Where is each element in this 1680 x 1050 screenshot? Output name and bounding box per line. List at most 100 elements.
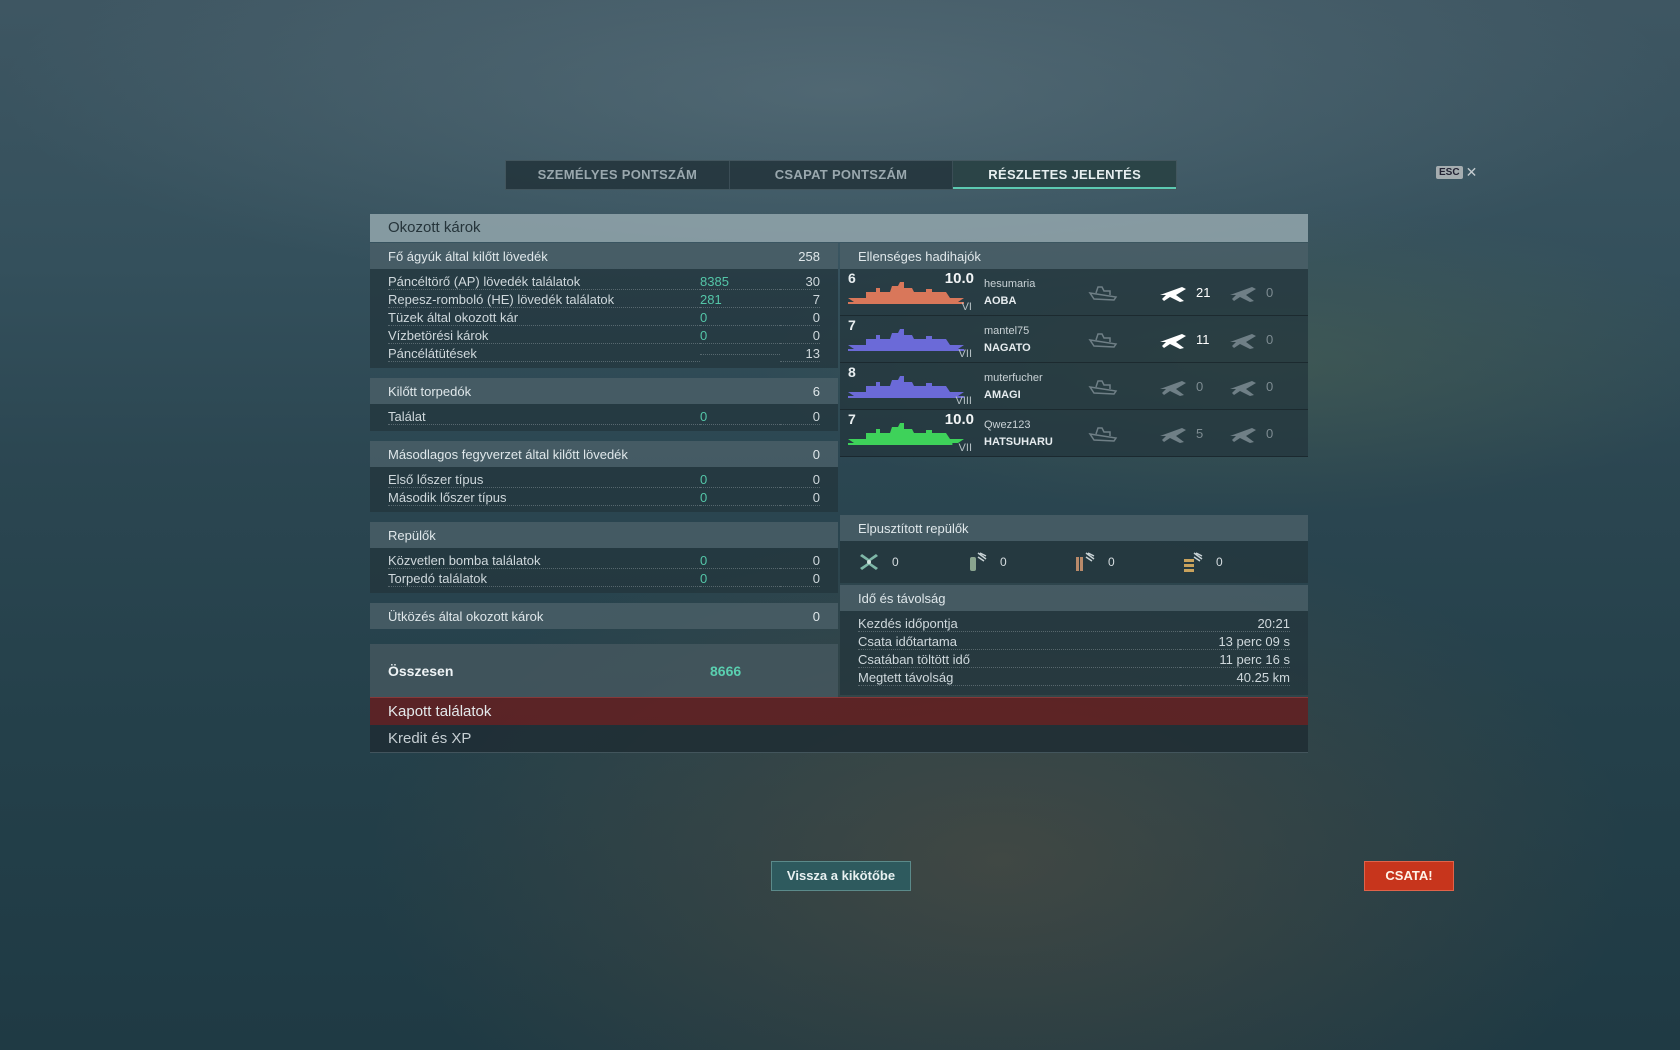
- main-guns-label: Fő ágyúk által kilőtt lövedék: [388, 248, 548, 264]
- enemy-ship-row: 7 10.0 VII Qwez123 HATSUHARU 5 0: [840, 410, 1308, 457]
- ship-silhouette: 7 10.0 VII: [846, 411, 974, 455]
- stat-row: Második lőszer típus 0 0: [370, 489, 838, 507]
- credits-xp-title: Kredit és XP: [388, 730, 472, 747]
- main-guns-header: Fő ágyúk által kilőtt lövedék 258: [370, 243, 838, 269]
- credits-xp-section[interactable]: Kredit és XP: [370, 725, 1308, 753]
- destroyed-scouts: 0: [1182, 551, 1290, 573]
- stat-label: Találat: [388, 409, 700, 425]
- ramming-label: Ütközés által okozott károk: [388, 608, 544, 624]
- plane-kill-cell: 5: [1158, 422, 1228, 444]
- planes-block: Közvetlen bomba találatok 0 0 Torpedó talá…: [370, 548, 838, 593]
- plane-assist-cell: 0: [1228, 422, 1298, 444]
- plane-kill-icon: [1160, 334, 1186, 349]
- enemy-player-name: mantel75: [984, 324, 1030, 337]
- enemy-player-name: muterfucher: [984, 371, 1043, 384]
- ship-silhouette: 7 VII: [846, 317, 974, 361]
- stat-row: Tüzek által okozott kár 0 0: [370, 309, 838, 327]
- enemy-ships-title: Ellenséges hadihajók: [858, 248, 981, 264]
- stat-row: Első lőszer típus 0 0: [370, 471, 838, 489]
- plane-kill-icon: [1160, 381, 1186, 396]
- destroyed-fighters: 0: [858, 553, 966, 571]
- secondary-value: 0: [812, 446, 820, 462]
- damage-dealt-title: Okozott károk: [388, 219, 481, 236]
- stat-label: Első lőszer típus: [388, 472, 700, 488]
- stat-row: Repesz-romboló (HE) lövedék találatok 281…: [370, 291, 838, 309]
- ship-sunk-cell: [1088, 422, 1158, 444]
- tab-detailed-report[interactable]: RÉSZLETES JELENTÉS: [953, 161, 1177, 189]
- ship-hull-icon: [848, 329, 964, 351]
- total-label: Összesen: [388, 663, 454, 679]
- enemy-ship-name: AMAGI: [984, 388, 1021, 401]
- ship-sunk-icon: [1088, 427, 1118, 442]
- enemy-player-name: Qwez123: [984, 418, 1031, 431]
- damage-dealt-header[interactable]: Okozott károk: [370, 214, 1308, 242]
- stat-label: Közvetlen bomba találatok: [388, 553, 700, 569]
- stat-value: 0: [780, 490, 820, 506]
- plane-assist-value: 0: [1266, 378, 1274, 394]
- received-hits-section[interactable]: Kapott találatok: [370, 697, 1308, 725]
- stat-row: Páncélátütések 13: [370, 345, 838, 363]
- total-damage: 8666: [710, 663, 742, 679]
- plane-kill-icon: [1160, 428, 1186, 443]
- ship-names: muterfucher AMAGI: [974, 372, 1088, 401]
- time-row: Csata időtartama 13 perc 09 s: [840, 633, 1308, 651]
- stat-value: 0: [780, 328, 820, 344]
- ship-tier-number: 8: [848, 364, 856, 380]
- tab-team-score[interactable]: CSAPAT PONTSZÁM: [730, 161, 954, 189]
- stat-label: Páncélátütések: [388, 346, 700, 362]
- plane-assist-value: 0: [1266, 284, 1274, 300]
- enemy-ship-row: 6 10.0 VI hesumaria AOBA 21 0: [840, 269, 1308, 316]
- bomber-icon: [970, 552, 987, 571]
- stat-label: Tüzek által okozott kár: [388, 310, 700, 326]
- ship-names: Qwez123 HATSUHARU: [974, 419, 1088, 448]
- stat-damage: 0: [700, 310, 780, 326]
- plane-assist-icon: [1230, 428, 1256, 443]
- ship-damage-percent: 10.0: [944, 270, 974, 287]
- ship-tier-roman: VI: [961, 301, 972, 313]
- plane-kill-cell: 21: [1158, 281, 1228, 303]
- stat-row: Torpedó találatok 0 0: [370, 570, 838, 588]
- ship-names: hesumaria AOBA: [974, 278, 1088, 307]
- time-value: 20:21: [1180, 616, 1290, 632]
- plane-kill-cell: 11: [1158, 328, 1228, 350]
- ship-sunk-cell: [1088, 328, 1158, 350]
- time-distance-header: Idő és távolság: [840, 585, 1308, 611]
- stat-damage: 0: [700, 571, 780, 587]
- close-button[interactable]: ESC ✕: [1436, 165, 1477, 179]
- stat-damage: 0: [700, 553, 780, 569]
- report-tabs: SZEMÉLYES PONTSZÁM CSAPAT PONTSZÁM RÉSZL…: [505, 160, 1177, 190]
- plane-assist-cell: 0: [1228, 281, 1298, 303]
- ship-tier-number: 6: [848, 270, 856, 286]
- stat-label: Páncéltörő (AP) lövedék találatok: [388, 274, 700, 290]
- enemy-ship-row: 7 VII mantel75 NAGATO 11 0: [840, 316, 1308, 363]
- plane-assist-cell: 0: [1228, 328, 1298, 350]
- stat-value: 0: [780, 472, 820, 488]
- enemy-ship-name: NAGATO: [984, 341, 1031, 354]
- ship-sunk-cell: [1088, 375, 1158, 397]
- plane-kill-value: 5: [1196, 425, 1204, 441]
- stat-label: Második lőszer típus: [388, 490, 700, 506]
- stat-row: Vízbetörési károk 0 0: [370, 327, 838, 345]
- enemy-ship-name: AOBA: [984, 294, 1017, 307]
- plane-kill-value: 0: [1196, 378, 1204, 394]
- destroyed-planes-row: 0 0 0 0: [840, 541, 1308, 583]
- stat-row: Közvetlen bomba találatok 0 0: [370, 552, 838, 570]
- planes-label: Repülők: [388, 527, 436, 543]
- stat-value: 7: [780, 292, 820, 308]
- destroyed-torpedo-bombers-value: 0: [1108, 555, 1115, 569]
- ship-sunk-icon: [1088, 286, 1118, 301]
- ship-hull-icon: [848, 376, 964, 398]
- stat-damage: 0: [700, 409, 780, 425]
- scout-plane-icon: [1184, 552, 1203, 572]
- back-to-port-button[interactable]: Vissza a kikötőbe: [771, 861, 911, 891]
- time-label: Csata időtartama: [858, 634, 1180, 650]
- total-row: Összesen 8666: [370, 644, 838, 698]
- tab-personal-score[interactable]: SZEMÉLYES PONTSZÁM: [506, 161, 730, 189]
- stat-damage: 8385: [700, 274, 780, 290]
- ship-silhouette: 8 VIII: [846, 364, 974, 408]
- stat-row: Találat 0 0: [370, 408, 838, 426]
- stat-value: 30: [780, 274, 820, 290]
- battle-button[interactable]: CSATA!: [1364, 861, 1454, 891]
- secondary-header: Másodlagos fegyverzet által kilőtt löved…: [370, 441, 838, 467]
- plane-assist-value: 0: [1266, 331, 1274, 347]
